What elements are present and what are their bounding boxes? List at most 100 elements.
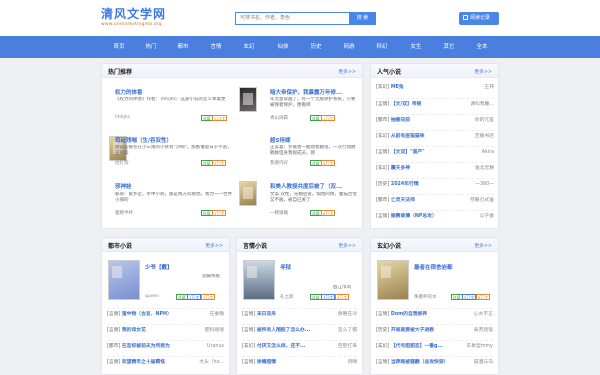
- book-title[interactable]: 寻狱: [280, 263, 360, 271]
- search-button[interactable]: 搜 索: [349, 12, 376, 25]
- book-title[interactable]: 权力的体香: [115, 88, 225, 96]
- wordcount-badge: 1万字: [187, 294, 202, 300]
- list-category: [都市]: [376, 198, 390, 203]
- nav-item-other[interactable]: 其它: [434, 36, 464, 58]
- site-logo[interactable]: 清风文学网 www.unmarketingma.org: [101, 8, 166, 28]
- list-category: [言情]: [376, 312, 390, 317]
- book-desc: 双脚残疾: [202, 274, 220, 279]
- list-title[interactable]: 欢望精市之十届羁怪: [122, 360, 165, 365]
- list-item[interactable]: [言情] 被所有人围殴了怎么办... 怎么了都: [242, 324, 357, 335]
- list-author: 在秦晚: [209, 312, 224, 317]
- list-item[interactable]: [玄幻] 覆天多神 淮北无精: [376, 162, 494, 173]
- book-cover[interactable]: [377, 260, 409, 300]
- status-badge: 连载: [310, 160, 322, 166]
- list-author: 一360一: [475, 182, 494, 187]
- list-title[interactable]: 徐嘴甜情: [257, 360, 276, 365]
- more-link[interactable]: 更多>>: [338, 68, 356, 75]
- nav-item-complete[interactable]: 全本: [467, 36, 497, 58]
- book-title[interactable]: 邪神娃: [115, 182, 225, 190]
- book-author[interactable]: 侏厦杯的水: [414, 294, 437, 300]
- list-item[interactable]: [言情] 我的母女花 肥科嗖嗖: [107, 324, 224, 335]
- book-cover[interactable]: [108, 260, 140, 300]
- list-title[interactable]: 【文双】"道产": [391, 150, 425, 155]
- list-title[interactable]: 亡灵天法师: [391, 198, 415, 203]
- more-link[interactable]: 更多>>: [474, 68, 492, 75]
- list-title[interactable]: 付厌又怎么样，还不...: [257, 344, 306, 349]
- list-item[interactable]: [言情] 【文双】"道产" Akira: [376, 146, 494, 157]
- list-item[interactable]: [言情] 欢望精市之十届羁怪 大头（ho...: [107, 356, 224, 367]
- list-item[interactable]: [历史] 开局就要被大子进教 泰苏烧饭: [376, 324, 493, 335]
- nav-item-game[interactable]: 网游: [334, 36, 364, 58]
- fantasy-panel-header: 玄幻小说 更多>>: [371, 238, 498, 252]
- list-title[interactable]: 【代号甜甜恋】一番g...: [391, 344, 443, 349]
- list-title[interactable]: 开局就要被大子进教: [391, 328, 434, 333]
- book-title[interactable]: 和美人教授共度后被了（双...: [270, 182, 358, 190]
- nav-item-fantasy[interactable]: 玄幻: [234, 36, 264, 58]
- book-cover[interactable]: [239, 87, 257, 112]
- list-item[interactable]: [言情] 末日双舟 昏晚在冷: [242, 308, 357, 319]
- more-link[interactable]: 更多>>: [474, 242, 492, 249]
- list-title[interactable]: 我的母女花: [122, 328, 146, 333]
- list-title[interactable]: 萤中物（古言，NPH）: [122, 312, 172, 317]
- book-title[interactable]: 苟延残喘（生/吞双性）: [115, 136, 225, 144]
- list-item[interactable]: [都市] 在恋综被前夫为所欲为 Uranus: [107, 340, 224, 351]
- nav-item-history[interactable]: 历史: [301, 36, 331, 58]
- nav-item-xianxia[interactable]: 仙侠: [268, 36, 298, 58]
- list-item[interactable]: [言情] 撕赛隶薄（NP总攻） 公子秦: [376, 210, 494, 221]
- list-title[interactable]: 在恋综被前夫为所欲为: [122, 344, 170, 349]
- more-link[interactable]: 更多>>: [338, 242, 356, 249]
- book-author[interactable]: 青山则羁: [270, 115, 288, 121]
- list-item[interactable]: [言情] 徐嘴甜情 诗晴: [242, 356, 357, 367]
- book-title[interactable]: 少爷【戴】: [145, 263, 225, 271]
- list-item[interactable]: [言情] 当莽路被骚翻（总攻快穿） 鼓酒与乌: [376, 356, 493, 367]
- book-cover[interactable]: [239, 181, 257, 206]
- list-item[interactable]: [玄幻] 付厌又怎么样，还不... 空腔打来: [242, 340, 357, 351]
- list-item[interactable]: [言情] 萤中物（古言，NPH） 在秦晚: [107, 308, 224, 319]
- book-desc: 酉江市风: [333, 285, 351, 290]
- list-item[interactable]: [玄幻] ME兔 王祎: [376, 82, 494, 93]
- list-title[interactable]: 从前有座猫猫咪: [391, 134, 425, 139]
- list-item[interactable]: [言情] Dom的自我修养 心水不正: [376, 308, 493, 319]
- nav-item-urban[interactable]: 都市: [168, 36, 198, 58]
- more-link[interactable]: 更多>>: [205, 242, 223, 249]
- nav-item-romance[interactable]: 言情: [201, 36, 231, 58]
- list-item[interactable]: [都市] 亡灵天法师 夸眼刃式虽: [376, 194, 494, 205]
- list-title[interactable]: 撕赛隶薄（NP总攻）: [391, 214, 437, 219]
- book-author[interactable]: 拉打狗: [115, 160, 129, 166]
- list-author: Uranus: [206, 344, 224, 349]
- reading-history-button[interactable]: 阅读记录: [459, 12, 499, 25]
- list-title[interactable]: 当莽路被骚翻（总攻快穿）: [391, 360, 449, 365]
- list-category: [言情]: [107, 328, 121, 333]
- nav-item-home[interactable]: 首页: [104, 36, 134, 58]
- book-author[interactable]: hhhjhc: [115, 115, 130, 120]
- book-author[interactable]: 一颗银橘: [270, 210, 288, 216]
- list-title[interactable]: 被所有人围殴了怎么办...: [257, 328, 310, 333]
- book-title[interactable]: 最者在宿舍岩都: [414, 263, 496, 271]
- book-title[interactable]: 超S待嫁: [270, 136, 358, 144]
- book-author[interactable]: queen: [145, 294, 159, 299]
- list-item[interactable]: [玄幻] 【代号甜甜恋】一番g... 东象型mmy: [376, 340, 493, 351]
- list-item[interactable]: [历史] 2024年行情 一360一: [376, 178, 494, 189]
- wordcount-badge: 3万字: [201, 294, 216, 300]
- book-author[interactable]: 着瞪半杯: [115, 210, 133, 216]
- status-badge: 连载: [201, 160, 213, 166]
- nav-item-hot[interactable]: 热门: [136, 36, 166, 58]
- list-title[interactable]: 2024年行情: [391, 182, 419, 187]
- list-title[interactable]: Dom的自我修养: [391, 312, 427, 317]
- list-title[interactable]: 抽番向前: [391, 118, 410, 123]
- list-item[interactable]: [都市] 抽番向前 你的元笙: [376, 114, 494, 125]
- book-author[interactable]: 孔之郎: [280, 294, 294, 300]
- list-item[interactable]: [言情] 【文/双】帝姬 课叫我睡...: [376, 98, 494, 109]
- book-cover[interactable]: [243, 260, 275, 300]
- list-item[interactable]: [玄幻] 从前有座猫猫咪 否弱书店: [376, 130, 494, 141]
- nav-item-female[interactable]: 女生: [401, 36, 431, 58]
- list-title[interactable]: 覆天多神: [391, 166, 410, 171]
- romance-panel: 言情小说 更多>> 寻狱 酉江市风 孔之郎 连载 3万字 5万字 [言情] 末日…: [236, 237, 363, 375]
- book-title[interactable]: 暗大帝保护，我暴露万年修...: [270, 88, 358, 96]
- wordcount-badge: 123字: [212, 115, 228, 121]
- list-title[interactable]: 末日双舟: [257, 312, 276, 317]
- book-author[interactable]: 我要内好: [270, 160, 288, 166]
- list-title[interactable]: 【文/双】帝姬: [391, 102, 422, 107]
- list-title[interactable]: ME兔: [391, 85, 404, 90]
- nav-item-scifi[interactable]: 科幻: [367, 36, 397, 58]
